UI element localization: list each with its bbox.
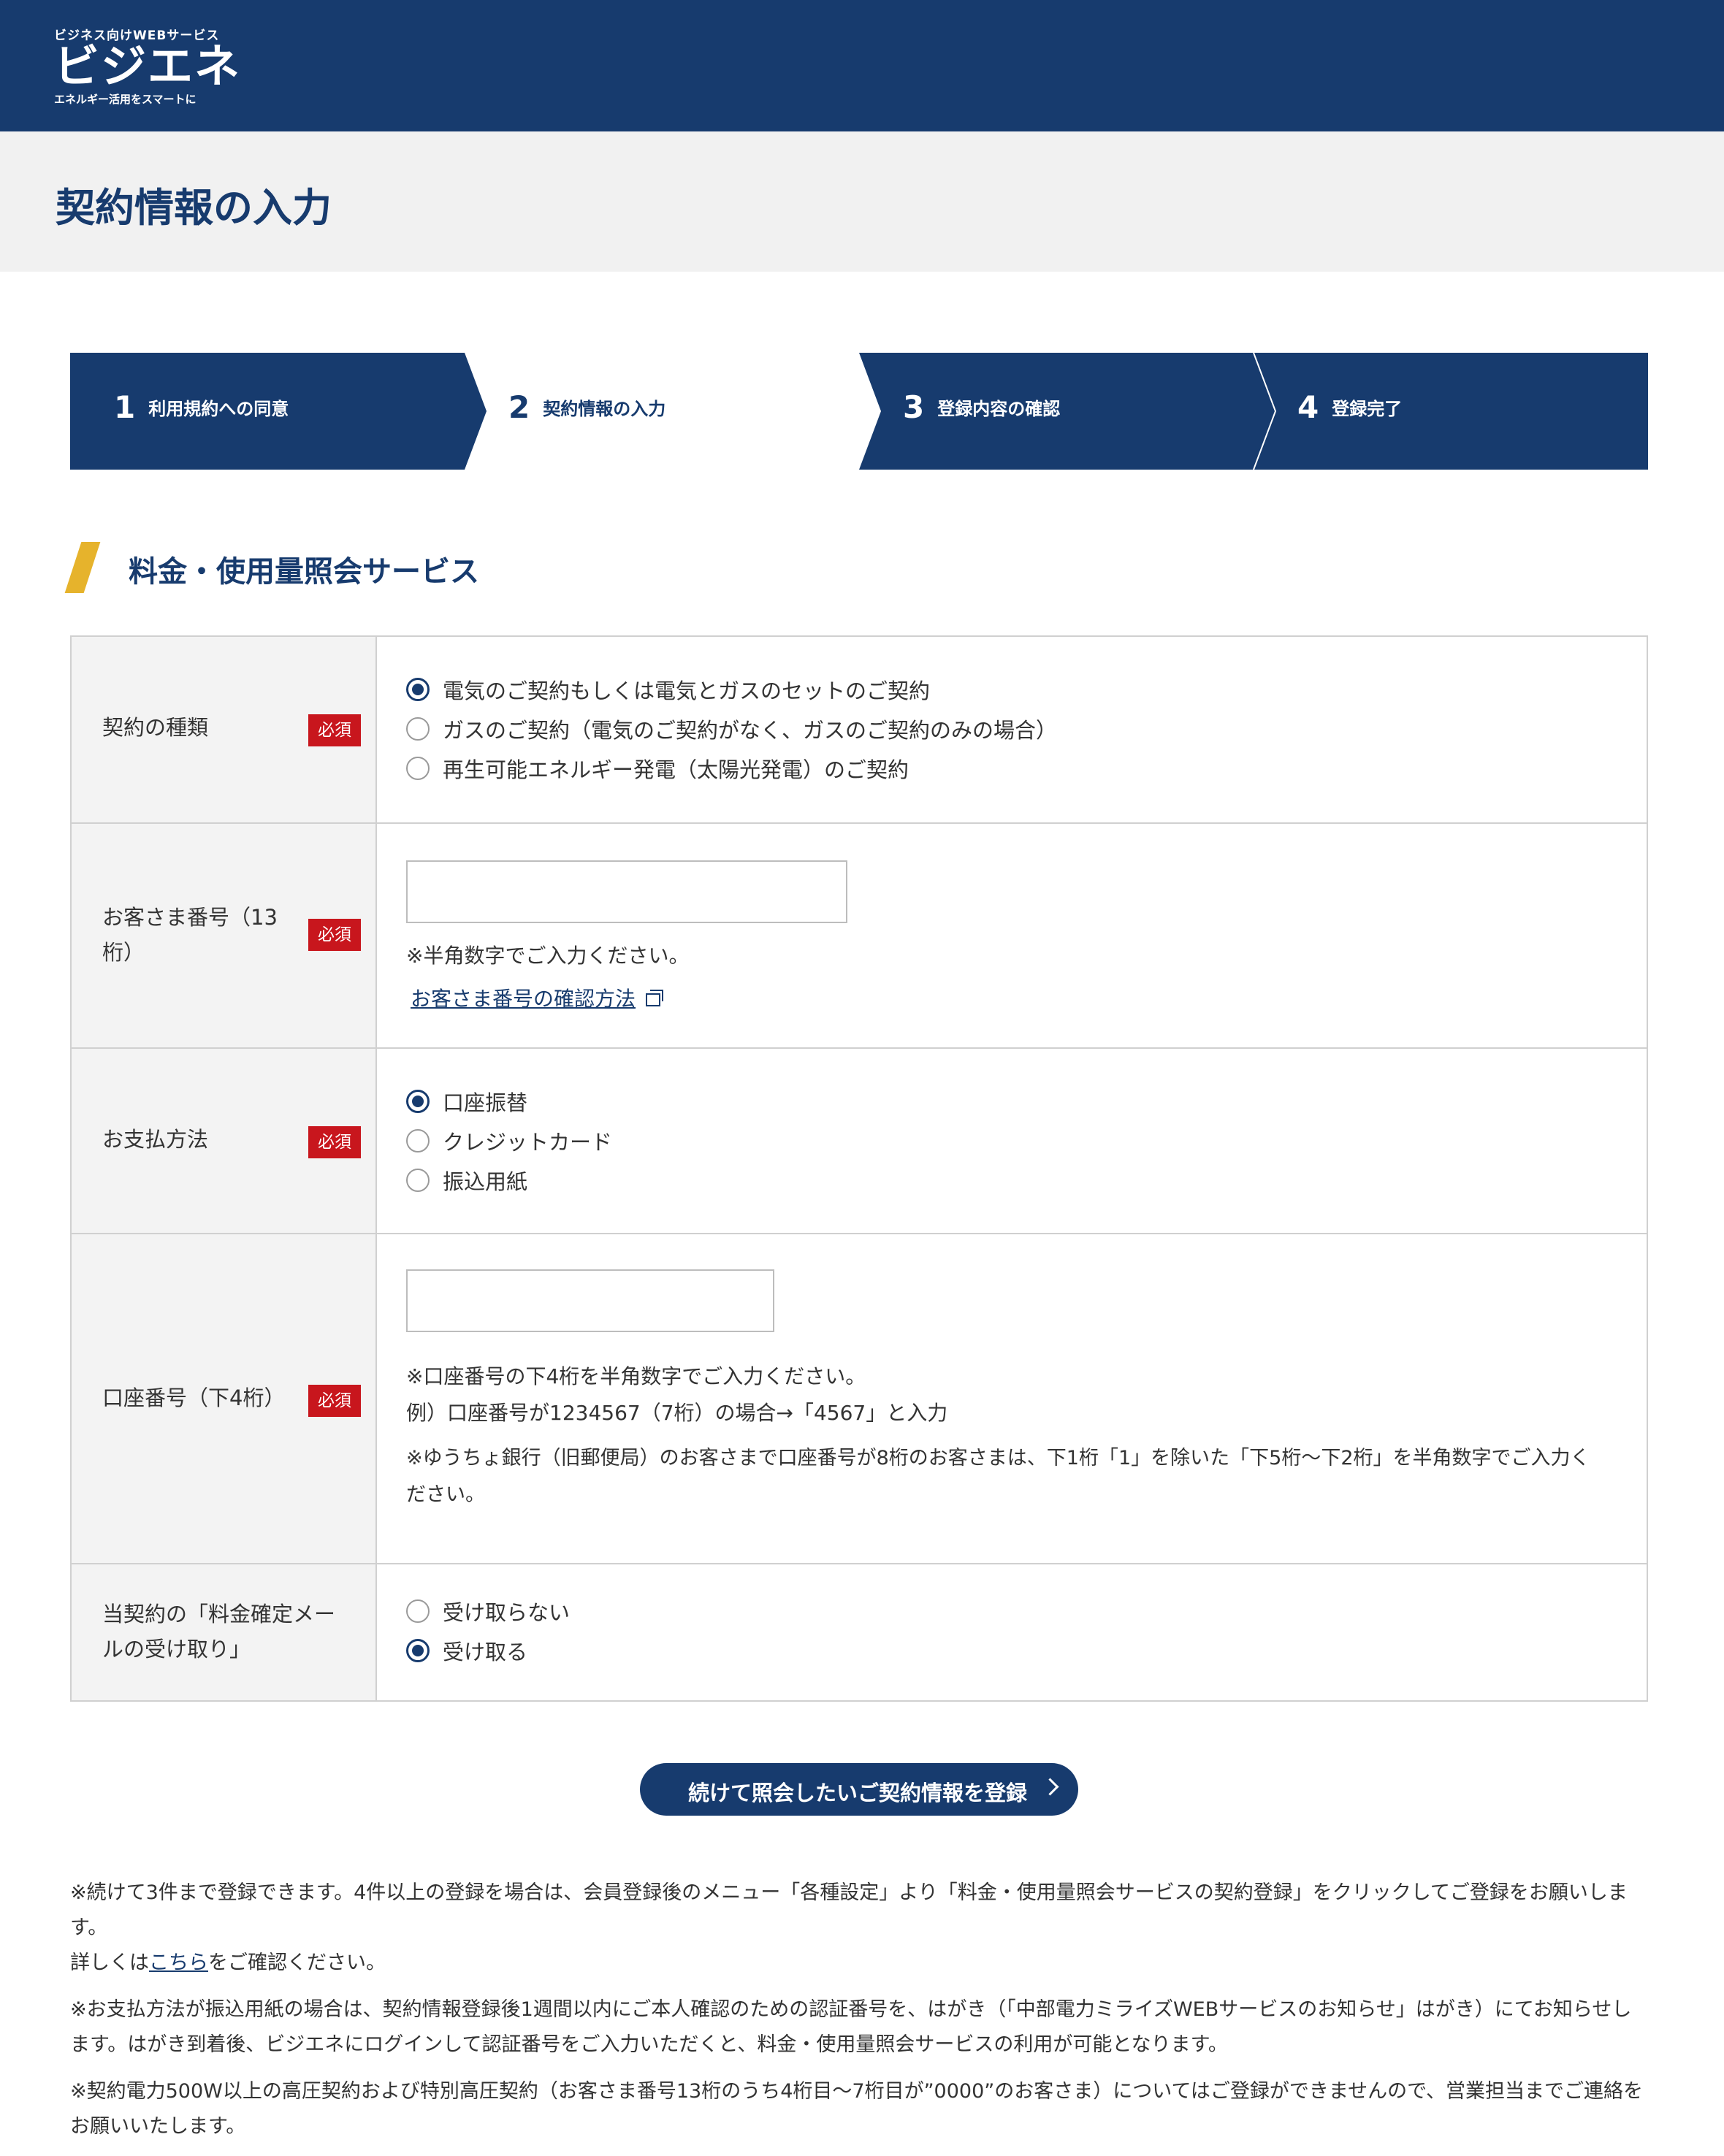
register-button-label: 続けて照会したいご契約情報を登録 xyxy=(688,1781,1028,1805)
step-4-number: 4 xyxy=(1297,389,1319,425)
row-payment-method: お支払方法 必須 口座振替 クレジットカード 振込用紙 xyxy=(72,1047,1647,1233)
help-link-text: お客さま番号の確認方法 xyxy=(411,987,636,1011)
value-cell: ※半角数字でご入力ください。 お客さま番号の確認方法 xyxy=(377,824,1647,1047)
step-3: 3 登録内容の確認 xyxy=(903,389,1060,425)
mail-receipt-option-accept[interactable]: 受け取る xyxy=(406,1636,527,1665)
step-2-label: 契約情報の入力 xyxy=(543,399,666,419)
row-mail-receipt: 当契約の「料金確定メールの受け取り」 受け取らない 受け取る xyxy=(72,1563,1647,1700)
step-4: 4 登録完了 xyxy=(1297,389,1402,425)
row-customer-number: お客さま番号（13桁） 必須 ※半角数字でご入力ください。 お客さま番号の確認方… xyxy=(72,822,1647,1047)
step-3-label: 登録内容の確認 xyxy=(937,399,1061,419)
account-number-note-3a: ※ゆうちょ銀行（旧郵便局）のお客さまで口座番号が8桁のお客さまは、下1桁「1」を… xyxy=(406,1447,1590,1469)
footnote-1-post: をご確認ください。 xyxy=(208,1952,386,1974)
step-1-number: 1 xyxy=(114,389,136,425)
label-cell: お客さま番号（13桁） 必須 xyxy=(72,824,377,1047)
radio-unchecked-icon xyxy=(406,1599,430,1623)
label-cell: 契約の種類 必須 xyxy=(72,637,377,822)
radio-label: 受け取らない xyxy=(443,1600,571,1625)
customer-number-label: お客さま番号（13桁） xyxy=(102,905,278,965)
step-1: 1 利用規約への同意 xyxy=(114,389,289,425)
page-title: 契約情報の入力 xyxy=(56,185,332,231)
radio-label: 口座振替 xyxy=(443,1090,528,1115)
contract-type-option-renewable[interactable]: 再生可能エネルギー発電（太陽光発電）のご契約 xyxy=(406,754,909,783)
value-cell: 電気のご契約もしくは電気とガスのセットのご契約 ガスのご契約（電気のご契約がなく… xyxy=(377,637,1647,822)
radio-label: 受け取る xyxy=(443,1640,528,1664)
required-badge: 必須 xyxy=(308,714,361,746)
register-contract-button[interactable]: 続けて照会したいご契約情報を登録 xyxy=(640,1763,1078,1816)
payment-option-payment-slip[interactable]: 振込用紙 xyxy=(406,1166,527,1195)
steps-background xyxy=(70,353,1648,470)
label-cell: 口座番号（下4桁） 必須 xyxy=(72,1234,377,1563)
section-title-text: 料金・使用量照会サービス xyxy=(129,555,479,589)
radio-checked-icon xyxy=(406,1090,430,1113)
customer-number-input[interactable] xyxy=(406,860,847,923)
site-header: ビジネス向けWEBサービス ビジエネ エネルギー活用をスマートに xyxy=(0,0,1724,131)
footnote-1: ※続けて3件まで登録できます。4件以上の登録を場合は、会員登録後のメニュー「各種… xyxy=(70,1876,1648,1981)
contract-type-option-electric[interactable]: 電気のご契約もしくは電気とガスのセットのご契約 xyxy=(406,675,930,704)
external-window-icon xyxy=(646,990,664,1006)
step-1-label: 利用規約への同意 xyxy=(148,399,289,419)
step-4-label: 登録完了 xyxy=(1332,399,1403,419)
customer-number-help-link[interactable]: お客さま番号の確認方法 xyxy=(411,983,664,1012)
value-cell: 口座振替 クレジットカード 振込用紙 xyxy=(377,1049,1647,1233)
footnote-2: ※お支払方法が振込用紙の場合は、契約情報登録後1週間以内にご本人確認のための認証… xyxy=(70,1998,1632,2056)
page-title-bar: 契約情報の入力 xyxy=(0,131,1724,272)
contract-type-label: 契約の種類 xyxy=(102,715,209,740)
row-account-number: 口座番号（下4桁） 必須 ※口座番号の下4桁を半角数字でご入力ください。 例）口… xyxy=(72,1233,1647,1563)
required-badge: 必須 xyxy=(308,1385,361,1417)
step-2-number: 2 xyxy=(508,389,530,425)
account-number-input[interactable] xyxy=(406,1269,774,1332)
footnote-1-text: ※続けて3件まで登録できます。4件以上の登録を場合は、会員登録後のメニュー「各種… xyxy=(70,1881,1628,1939)
progress-steps: 1 利用規約への同意 2 契約情報の入力 3 登録内容の確認 4 登録完了 xyxy=(70,353,1648,470)
heading-accent-bar xyxy=(64,542,101,593)
radio-label: 振込用紙 xyxy=(443,1169,528,1194)
radio-checked-icon xyxy=(406,678,430,701)
value-cell: ※口座番号の下4桁を半角数字でご入力ください。 例）口座番号が1234567（7… xyxy=(377,1234,1647,1563)
payment-method-label: お支払方法 xyxy=(102,1127,209,1152)
required-badge: 必須 xyxy=(308,919,361,951)
radio-label: ガスのご契約（電気のご契約がなく、ガスのご契約のみの場合） xyxy=(443,718,1058,743)
label-cell: 当契約の「料金確定メールの受け取り」 xyxy=(72,1564,377,1700)
account-number-note-2: 例）口座番号が1234567（7桁）の場合→「4567」と入力 xyxy=(406,1401,948,1425)
details-link[interactable]: こちら xyxy=(149,1952,208,1974)
label-cell: お支払方法 必須 xyxy=(72,1049,377,1233)
contract-type-option-gas[interactable]: ガスのご契約（電気のご契約がなく、ガスのご契約のみの場合） xyxy=(406,714,1057,743)
radio-unchecked-icon xyxy=(406,1129,430,1152)
step-2: 2 契約情報の入力 xyxy=(508,389,665,425)
payment-option-credit-card[interactable]: クレジットカード xyxy=(406,1126,612,1155)
footnote-1-pre: 詳しくは xyxy=(70,1952,149,1974)
logo-subline: エネルギー活用をスマートに xyxy=(54,93,197,106)
account-number-label: 口座番号（下4桁） xyxy=(102,1385,286,1410)
row-contract-type: 契約の種類 必須 電気のご契約もしくは電気とガスのセットのご契約 ガスのご契約（… xyxy=(72,637,1647,822)
account-number-note-1: ※口座番号の下4桁を半角数字でご入力ください。 xyxy=(406,1364,866,1388)
footnote-3: ※契約電力500W以上の高圧契約および特別高圧契約（お客さま番号13桁のうち4桁… xyxy=(70,2080,1644,2138)
mail-receipt-label: 当契約の「料金確定メールの受け取り」 xyxy=(102,1602,336,1662)
radio-checked-icon xyxy=(406,1639,430,1662)
contract-form: 契約の種類 必須 電気のご契約もしくは電気とガスのセットのご契約 ガスのご契約（… xyxy=(70,635,1648,1702)
radio-unchecked-icon xyxy=(406,717,430,741)
footnotes: ※続けて3件まで登録できます。4件以上の登録を場合は、会員登録後のメニュー「各種… xyxy=(70,1876,1648,2156)
radio-label: 電気のご契約もしくは電気とガスのセットのご契約 xyxy=(443,678,931,703)
mail-receipt-option-decline[interactable]: 受け取らない xyxy=(406,1597,570,1626)
radio-label: クレジットカード xyxy=(443,1130,613,1155)
bizene-logo[interactable]: ビジネス向けWEBサービス ビジエネ エネルギー活用をスマートに xyxy=(54,25,241,107)
payment-option-bank-transfer[interactable]: 口座振替 xyxy=(406,1087,527,1116)
account-number-note-3b: ださい。 xyxy=(406,1483,485,1506)
required-badge: 必須 xyxy=(308,1126,361,1158)
radio-unchecked-icon xyxy=(406,757,430,780)
customer-number-note: ※半角数字でご入力ください。 xyxy=(406,944,690,968)
value-cell: 受け取らない 受け取る xyxy=(377,1564,1647,1700)
radio-label: 再生可能エネルギー発電（太陽光発電）のご契約 xyxy=(443,757,909,782)
radio-unchecked-icon xyxy=(406,1169,430,1192)
logo-name: ビジエネ xyxy=(54,39,242,93)
step-3-number: 3 xyxy=(903,389,925,425)
chevron-right-icon xyxy=(1041,1778,1059,1796)
